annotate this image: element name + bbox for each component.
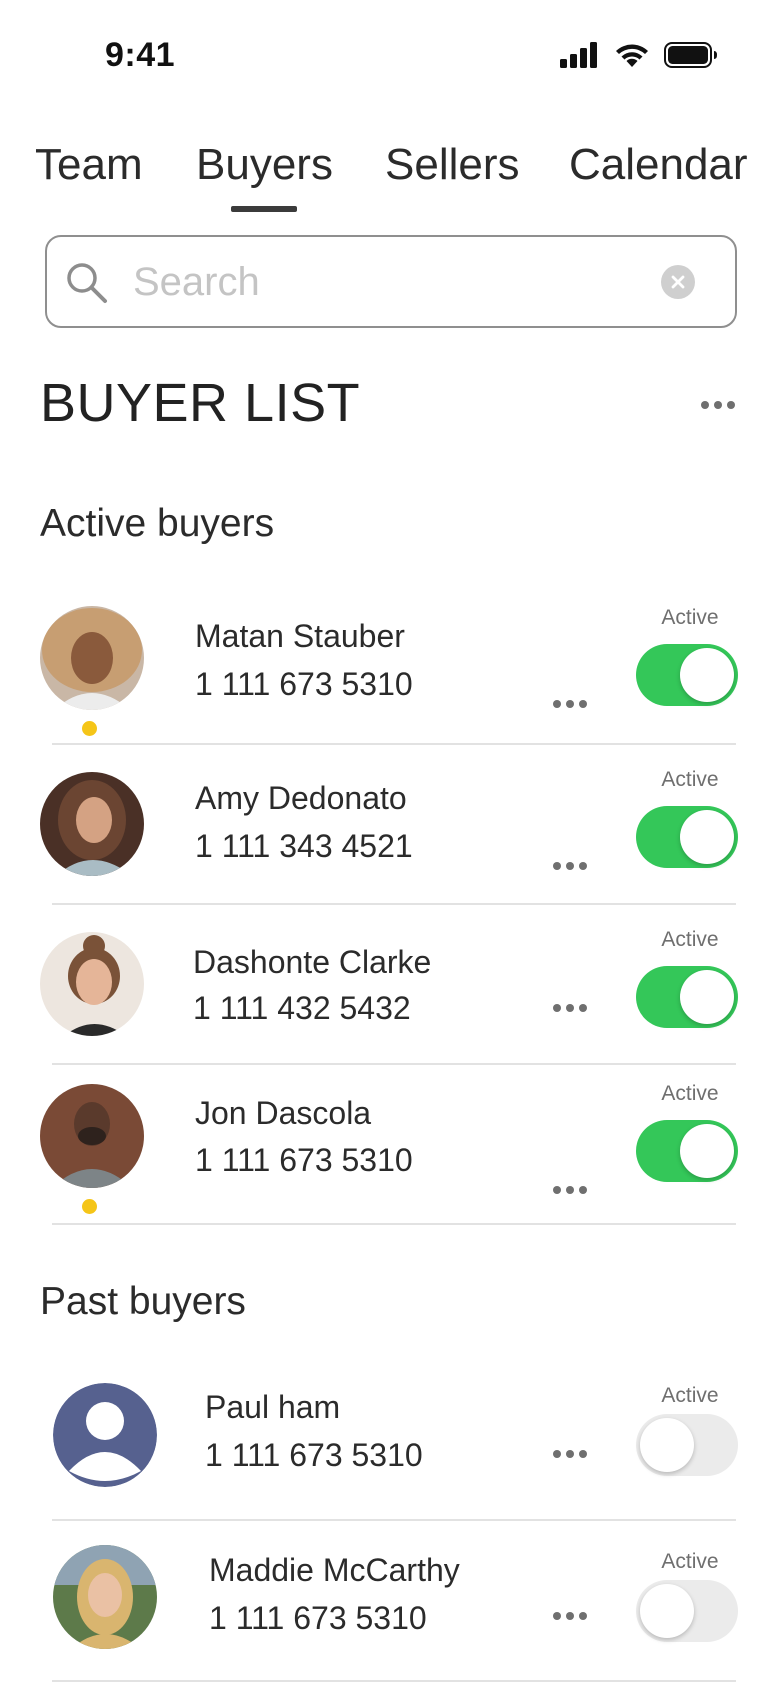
toggle-knob <box>680 810 734 864</box>
buyer-name: Matan Stauber <box>195 618 405 654</box>
active-tab-indicator <box>231 206 297 212</box>
active-toggle[interactable] <box>636 1414 738 1476</box>
buyer-phone: 1 111 673 5310 <box>205 1437 423 1473</box>
close-icon <box>671 275 685 289</box>
status-time: 9:41 <box>105 36 176 74</box>
toggle-knob <box>680 970 734 1024</box>
search-icon <box>67 263 107 303</box>
cellular-signal-icon <box>560 42 597 68</box>
status-label: Active <box>661 1550 719 1573</box>
divider <box>52 1063 736 1065</box>
active-toggle[interactable] <box>636 966 738 1028</box>
active-toggle[interactable] <box>636 644 738 706</box>
buyer-name: Amy Dedonato <box>195 780 407 816</box>
toggle-knob <box>680 648 734 702</box>
status-label: Active <box>661 1082 719 1105</box>
buyer-phone: 1 111 673 5310 <box>195 666 413 702</box>
page-title: BUYER LIST <box>40 373 361 433</box>
buyer-phone: 1 111 673 5310 <box>209 1600 427 1636</box>
status-bar: 9:41 <box>0 0 780 110</box>
avatar[interactable] <box>40 1084 144 1188</box>
more-horizontal-icon[interactable] <box>552 1185 588 1195</box>
more-horizontal-icon[interactable] <box>552 1449 588 1459</box>
divider <box>52 903 736 905</box>
section-title-active-buyers: Active buyers <box>40 502 275 545</box>
active-toggle[interactable] <box>636 1120 738 1182</box>
more-horizontal-icon[interactable] <box>700 400 736 410</box>
battery-icon <box>664 42 717 68</box>
buyer-phone: 1 111 673 5310 <box>195 1142 413 1178</box>
buyer-phone: 1 111 343 4521 <box>195 828 413 864</box>
active-toggle[interactable] <box>636 806 738 868</box>
status-label: Active <box>661 768 719 791</box>
buyer-name: Maddie McCarthy <box>209 1552 460 1588</box>
tab-bar: Team Buyers Sellers Calendar <box>0 140 780 220</box>
user-placeholder-icon <box>53 1383 157 1487</box>
toggle-knob <box>640 1418 694 1472</box>
toggle-knob <box>680 1124 734 1178</box>
avatar[interactable] <box>40 932 144 1036</box>
clear-icon[interactable] <box>661 265 695 299</box>
search-bar <box>45 235 737 328</box>
more-horizontal-icon[interactable] <box>552 699 588 709</box>
tab-buyers[interactable]: Buyers <box>196 140 333 190</box>
avatar[interactable] <box>40 606 144 710</box>
avatar[interactable] <box>53 1383 157 1487</box>
buyer-phone: 1 111 432 5432 <box>193 990 411 1026</box>
search-input[interactable] <box>133 251 673 313</box>
divider <box>52 1519 736 1521</box>
wifi-icon <box>616 44 648 67</box>
divider <box>52 1680 736 1682</box>
divider <box>52 743 736 745</box>
avatar[interactable] <box>53 1545 157 1649</box>
toggle-knob <box>640 1584 694 1638</box>
status-label: Active <box>661 1384 719 1407</box>
avatar[interactable] <box>40 772 144 876</box>
status-label: Active <box>661 606 719 629</box>
presence-dot <box>82 1199 97 1214</box>
active-toggle[interactable] <box>636 1580 738 1642</box>
tab-team[interactable]: Team <box>35 140 143 190</box>
status-icons <box>560 42 718 68</box>
section-title-past-buyers: Past buyers <box>40 1280 246 1323</box>
presence-dot <box>82 721 97 736</box>
tab-sellers[interactable]: Sellers <box>385 140 520 190</box>
buyer-name: Paul ham <box>205 1389 341 1425</box>
status-label: Active <box>661 928 719 951</box>
more-horizontal-icon[interactable] <box>552 1611 588 1621</box>
tab-calendar[interactable]: Calendar <box>569 140 748 190</box>
buyer-name: Jon Dascola <box>195 1095 372 1131</box>
more-horizontal-icon[interactable] <box>552 1003 588 1013</box>
more-horizontal-icon[interactable] <box>552 861 588 871</box>
divider <box>52 1223 736 1225</box>
buyer-name: Dashonte Clarke <box>193 944 432 980</box>
